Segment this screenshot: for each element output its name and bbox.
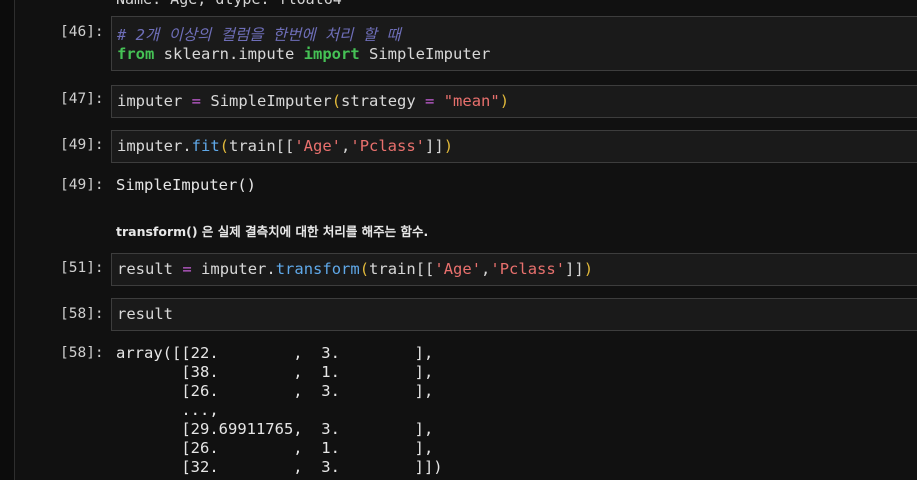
out-58-line-2: [38. , 1. ], (116, 363, 434, 381)
cell-58-prompt: [58]: (60, 306, 104, 322)
cell-51-line-1: result = imputer.transform(train[['Age',… (117, 260, 593, 278)
code-arg: train[[ (229, 137, 295, 155)
cell-49-line-1: imputer.fit(train[['Age','Pclass']]) (117, 137, 453, 155)
code-variable: result (117, 260, 173, 278)
code-paren: ( (219, 137, 230, 155)
code-paren: ( (359, 260, 370, 278)
code-arg: ]] (565, 260, 584, 278)
cell-58-input[interactable]: result (111, 298, 917, 331)
code-string: 'Pclass' (350, 137, 426, 155)
out-58-line-1: array([[22. , 3. ], (116, 344, 434, 362)
code-string: 'Age' (434, 260, 482, 278)
code-arg: strategy (341, 92, 416, 110)
code-method: fit (191, 137, 220, 155)
out-58-line-4: ..., (116, 401, 219, 419)
cell-51-prompt: [51]: (60, 260, 104, 276)
out-58-prompt: [58]: (60, 345, 104, 361)
out-49-text: SimpleImputer() (116, 176, 256, 194)
out-58-line-5: [29.69911765, 3. ], (116, 420, 434, 438)
cell-46-prompt: [46]: (60, 24, 104, 40)
code-dot: . (182, 137, 192, 155)
keyword-import: import (303, 45, 360, 63)
cell-47-prompt: [47]: (60, 91, 104, 107)
import-name: SimpleImputer (369, 45, 491, 63)
cell-46-line-1: # 2개 이상의 컬럼을 한번에 처리 할 때 (117, 23, 401, 45)
out-58-line-3: [26. , 3. ], (116, 382, 434, 400)
keyword-from: from (117, 45, 155, 63)
code-paren: ) (443, 137, 454, 155)
code-comma: , (341, 137, 351, 155)
code-arg: ]] (425, 137, 444, 155)
code-operator: = (425, 92, 435, 110)
code-paren: ) (583, 260, 594, 278)
code-class: SimpleImputer (210, 92, 332, 110)
code-object: imputer (117, 137, 183, 155)
cell-46-line-2: from sklearn.impute import SimpleImputer (117, 45, 490, 63)
code-string: 'Age' (294, 137, 342, 155)
cell-58-line-1: result (117, 305, 173, 323)
cell-47-input[interactable]: imputer = SimpleImputer(strategy = "mean… (111, 85, 917, 118)
code-comment: # 2개 이상의 컬럼을 한번에 처리 할 때 (117, 26, 401, 44)
module-name: sklearn.impute (163, 45, 295, 63)
code-string: "mean" (443, 92, 500, 110)
code-method: transform (275, 260, 360, 278)
code-operator: = (182, 260, 192, 278)
cell-49-prompt: [49]: (60, 137, 104, 153)
code-arg: train[[ (369, 260, 435, 278)
code-object: imputer (201, 260, 267, 278)
cell-46-input[interactable]: # 2개 이상의 컬럼을 한번에 처리 할 때 from sklearn.imp… (111, 16, 917, 71)
cell-49-input[interactable]: imputer.fit(train[['Age','Pclass']]) (111, 130, 917, 163)
cut-off-output-text: Name: Age, dtype: float64 (116, 0, 342, 8)
markdown-text: transform() 은 실제 결측치에 대한 처리를 해주는 함수. (116, 224, 429, 239)
code-string: 'Pclass' (490, 260, 566, 278)
cell-47-line-1: imputer = SimpleImputer(strategy = "mean… (117, 92, 509, 110)
code-operator: = (191, 92, 202, 110)
code-paren: ( (331, 92, 342, 110)
code-variable: imputer (117, 92, 183, 110)
code-paren: ) (499, 92, 510, 110)
cell-51-input[interactable]: result = imputer.transform(train[['Age',… (111, 253, 917, 286)
out-58-line-6: [26. , 1. ], (116, 439, 434, 457)
out-49-prompt: [49]: (60, 177, 104, 193)
code-comma: , (481, 260, 491, 278)
code-dot: . (266, 260, 276, 278)
out-58-line-7: [32. , 3. ]]) (116, 458, 443, 476)
